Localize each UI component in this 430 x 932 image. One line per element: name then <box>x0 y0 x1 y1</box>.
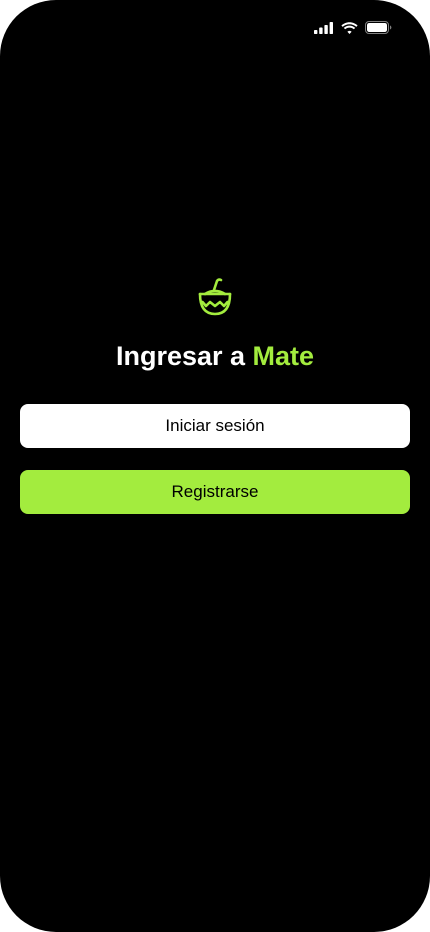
status-icons <box>314 21 392 34</box>
phone-screen: Ingresar a Mate Iniciar sesión Registrar… <box>0 0 430 932</box>
status-bar <box>0 0 430 60</box>
cellular-signal-icon <box>314 21 334 34</box>
login-button-label: Iniciar sesión <box>165 416 265 435</box>
register-button-label: Registrarse <box>171 482 259 501</box>
mate-gourd-icon <box>195 278 235 318</box>
brand-name: Mate <box>252 341 315 371</box>
title-prefix: Ingresar a <box>115 341 253 371</box>
login-button[interactable]: Iniciar sesión <box>20 404 410 448</box>
battery-icon <box>365 21 392 34</box>
register-button[interactable]: Registrarse <box>20 470 410 514</box>
wifi-icon <box>341 21 358 34</box>
page-title: Ingresar a Mate <box>0 338 430 374</box>
